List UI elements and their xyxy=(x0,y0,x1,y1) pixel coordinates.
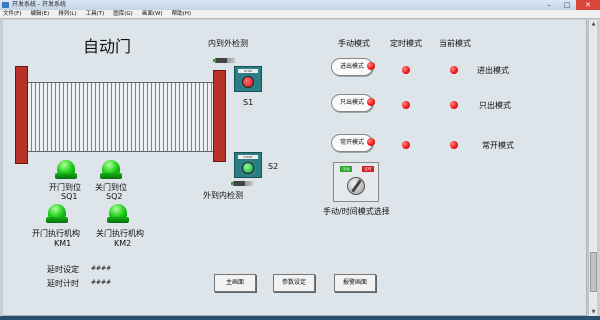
current-mode-header: 当前模式 xyxy=(439,39,471,48)
door-frame-right xyxy=(213,70,226,162)
open-actuator-tag: KM1 xyxy=(54,239,72,248)
door-panel-left xyxy=(28,82,120,152)
alarm-screen-button[interactable]: 报警画面 xyxy=(334,274,376,292)
delay-set-label: 延时设定 xyxy=(47,265,79,274)
s2-start-button[interactable]: START xyxy=(234,152,262,178)
timed-mode-header: 定时模式 xyxy=(390,39,422,48)
inner-sensor-icon xyxy=(213,58,235,63)
hmi-panel: 自动门 开门到位 SQ1 关门到位 SQ2 开门执行机构 KM1 关门执行机构 … xyxy=(3,20,587,316)
selector-knob-icon xyxy=(347,177,365,195)
close-limit-tag: SQ2 xyxy=(106,192,123,201)
timed-outonly-indicator xyxy=(402,101,410,109)
timed-inout-indicator xyxy=(402,66,410,74)
s1-red-button-icon xyxy=(242,76,254,88)
current-inout-indicator xyxy=(450,66,458,74)
selector-timed-tag: 定时 xyxy=(362,166,374,172)
manual-inout-indicator xyxy=(367,62,375,70)
open-limit-tag: SQ1 xyxy=(61,192,78,201)
s2-label: S2 xyxy=(268,162,279,171)
mode-selector-label: 手动/时间模式选择 xyxy=(323,207,390,216)
manual-open-indicator xyxy=(367,138,375,146)
scroll-up-icon[interactable]: ▲ xyxy=(589,20,598,28)
close-actuator-label: 关门执行机构 xyxy=(96,229,144,238)
minimize-button[interactable]: – xyxy=(540,0,558,10)
manual-outonly-indicator xyxy=(367,98,375,106)
app-icon xyxy=(2,2,9,8)
s2-green-button-icon xyxy=(242,162,254,174)
s1-label: S1 xyxy=(243,98,254,107)
main-screen-button[interactable]: 主画面 xyxy=(214,274,256,292)
close-limit-lamp-icon xyxy=(100,160,122,180)
current-outonly-label: 只出模式 xyxy=(479,101,511,110)
window-title: 开发系统 - 开发系统 xyxy=(12,1,66,8)
scroll-down-icon[interactable]: ▼ xyxy=(589,308,598,316)
inner-sensor-label: 内到外检测 xyxy=(208,39,248,48)
menu-screen[interactable]: 画面(W) xyxy=(142,10,163,18)
open-limit-lamp-icon xyxy=(55,160,77,180)
mode-selector-switch[interactable]: 手动 定时 xyxy=(333,162,379,202)
s1-stop-button[interactable]: STOP xyxy=(234,66,262,92)
open-actuator-label: 开门执行机构 xyxy=(32,229,80,238)
page-title: 自动门 xyxy=(83,37,132,56)
s2-plate: START xyxy=(238,155,258,159)
param-settings-button[interactable]: 参数设定 xyxy=(273,274,315,292)
current-open-label: 常开模式 xyxy=(482,141,514,150)
delay-timer-value: #### xyxy=(91,279,112,286)
door-frame-left xyxy=(15,66,28,164)
manual-mode-header: 手动模式 xyxy=(338,39,370,48)
scroll-thumb[interactable] xyxy=(590,252,597,292)
menu-tools[interactable]: 工具(T) xyxy=(86,10,105,18)
menu-gallery[interactable]: 图库(G) xyxy=(113,10,133,18)
delay-timer-label: 延时计时 xyxy=(47,279,79,288)
selector-manual-tag: 手动 xyxy=(340,166,352,172)
door-panel-right xyxy=(120,82,213,152)
vertical-scrollbar[interactable]: ▲ ▼ xyxy=(588,20,597,316)
close-button[interactable]: ✕ xyxy=(576,0,600,10)
s1-plate: STOP xyxy=(238,69,258,73)
outer-sensor-label: 外到内检测 xyxy=(203,191,243,200)
menu-bar: 文件(F) 编辑(E) 排列(L) 工具(T) 图库(G) 画面(W) 帮助(H… xyxy=(0,10,600,19)
timed-open-indicator xyxy=(402,141,410,149)
close-actuator-tag: KM2 xyxy=(114,239,132,248)
current-outonly-indicator xyxy=(450,101,458,109)
close-actuator-lamp-icon xyxy=(107,204,129,224)
open-actuator-lamp-icon xyxy=(46,204,68,224)
outer-sensor-icon xyxy=(231,181,253,186)
menu-arrange[interactable]: 排列(L) xyxy=(58,10,76,18)
current-open-indicator xyxy=(450,141,458,149)
window-titlebar: 开发系统 - 开发系统 – □ ✕ xyxy=(0,0,600,10)
maximize-button[interactable]: □ xyxy=(558,0,576,10)
menu-edit[interactable]: 编辑(E) xyxy=(30,10,49,18)
current-inout-label: 进出模式 xyxy=(477,66,509,75)
taskbar-strip xyxy=(0,316,600,320)
menu-help[interactable]: 帮助(H) xyxy=(172,10,191,18)
menu-file[interactable]: 文件(F) xyxy=(3,10,21,18)
delay-set-value[interactable]: #### xyxy=(91,265,111,272)
